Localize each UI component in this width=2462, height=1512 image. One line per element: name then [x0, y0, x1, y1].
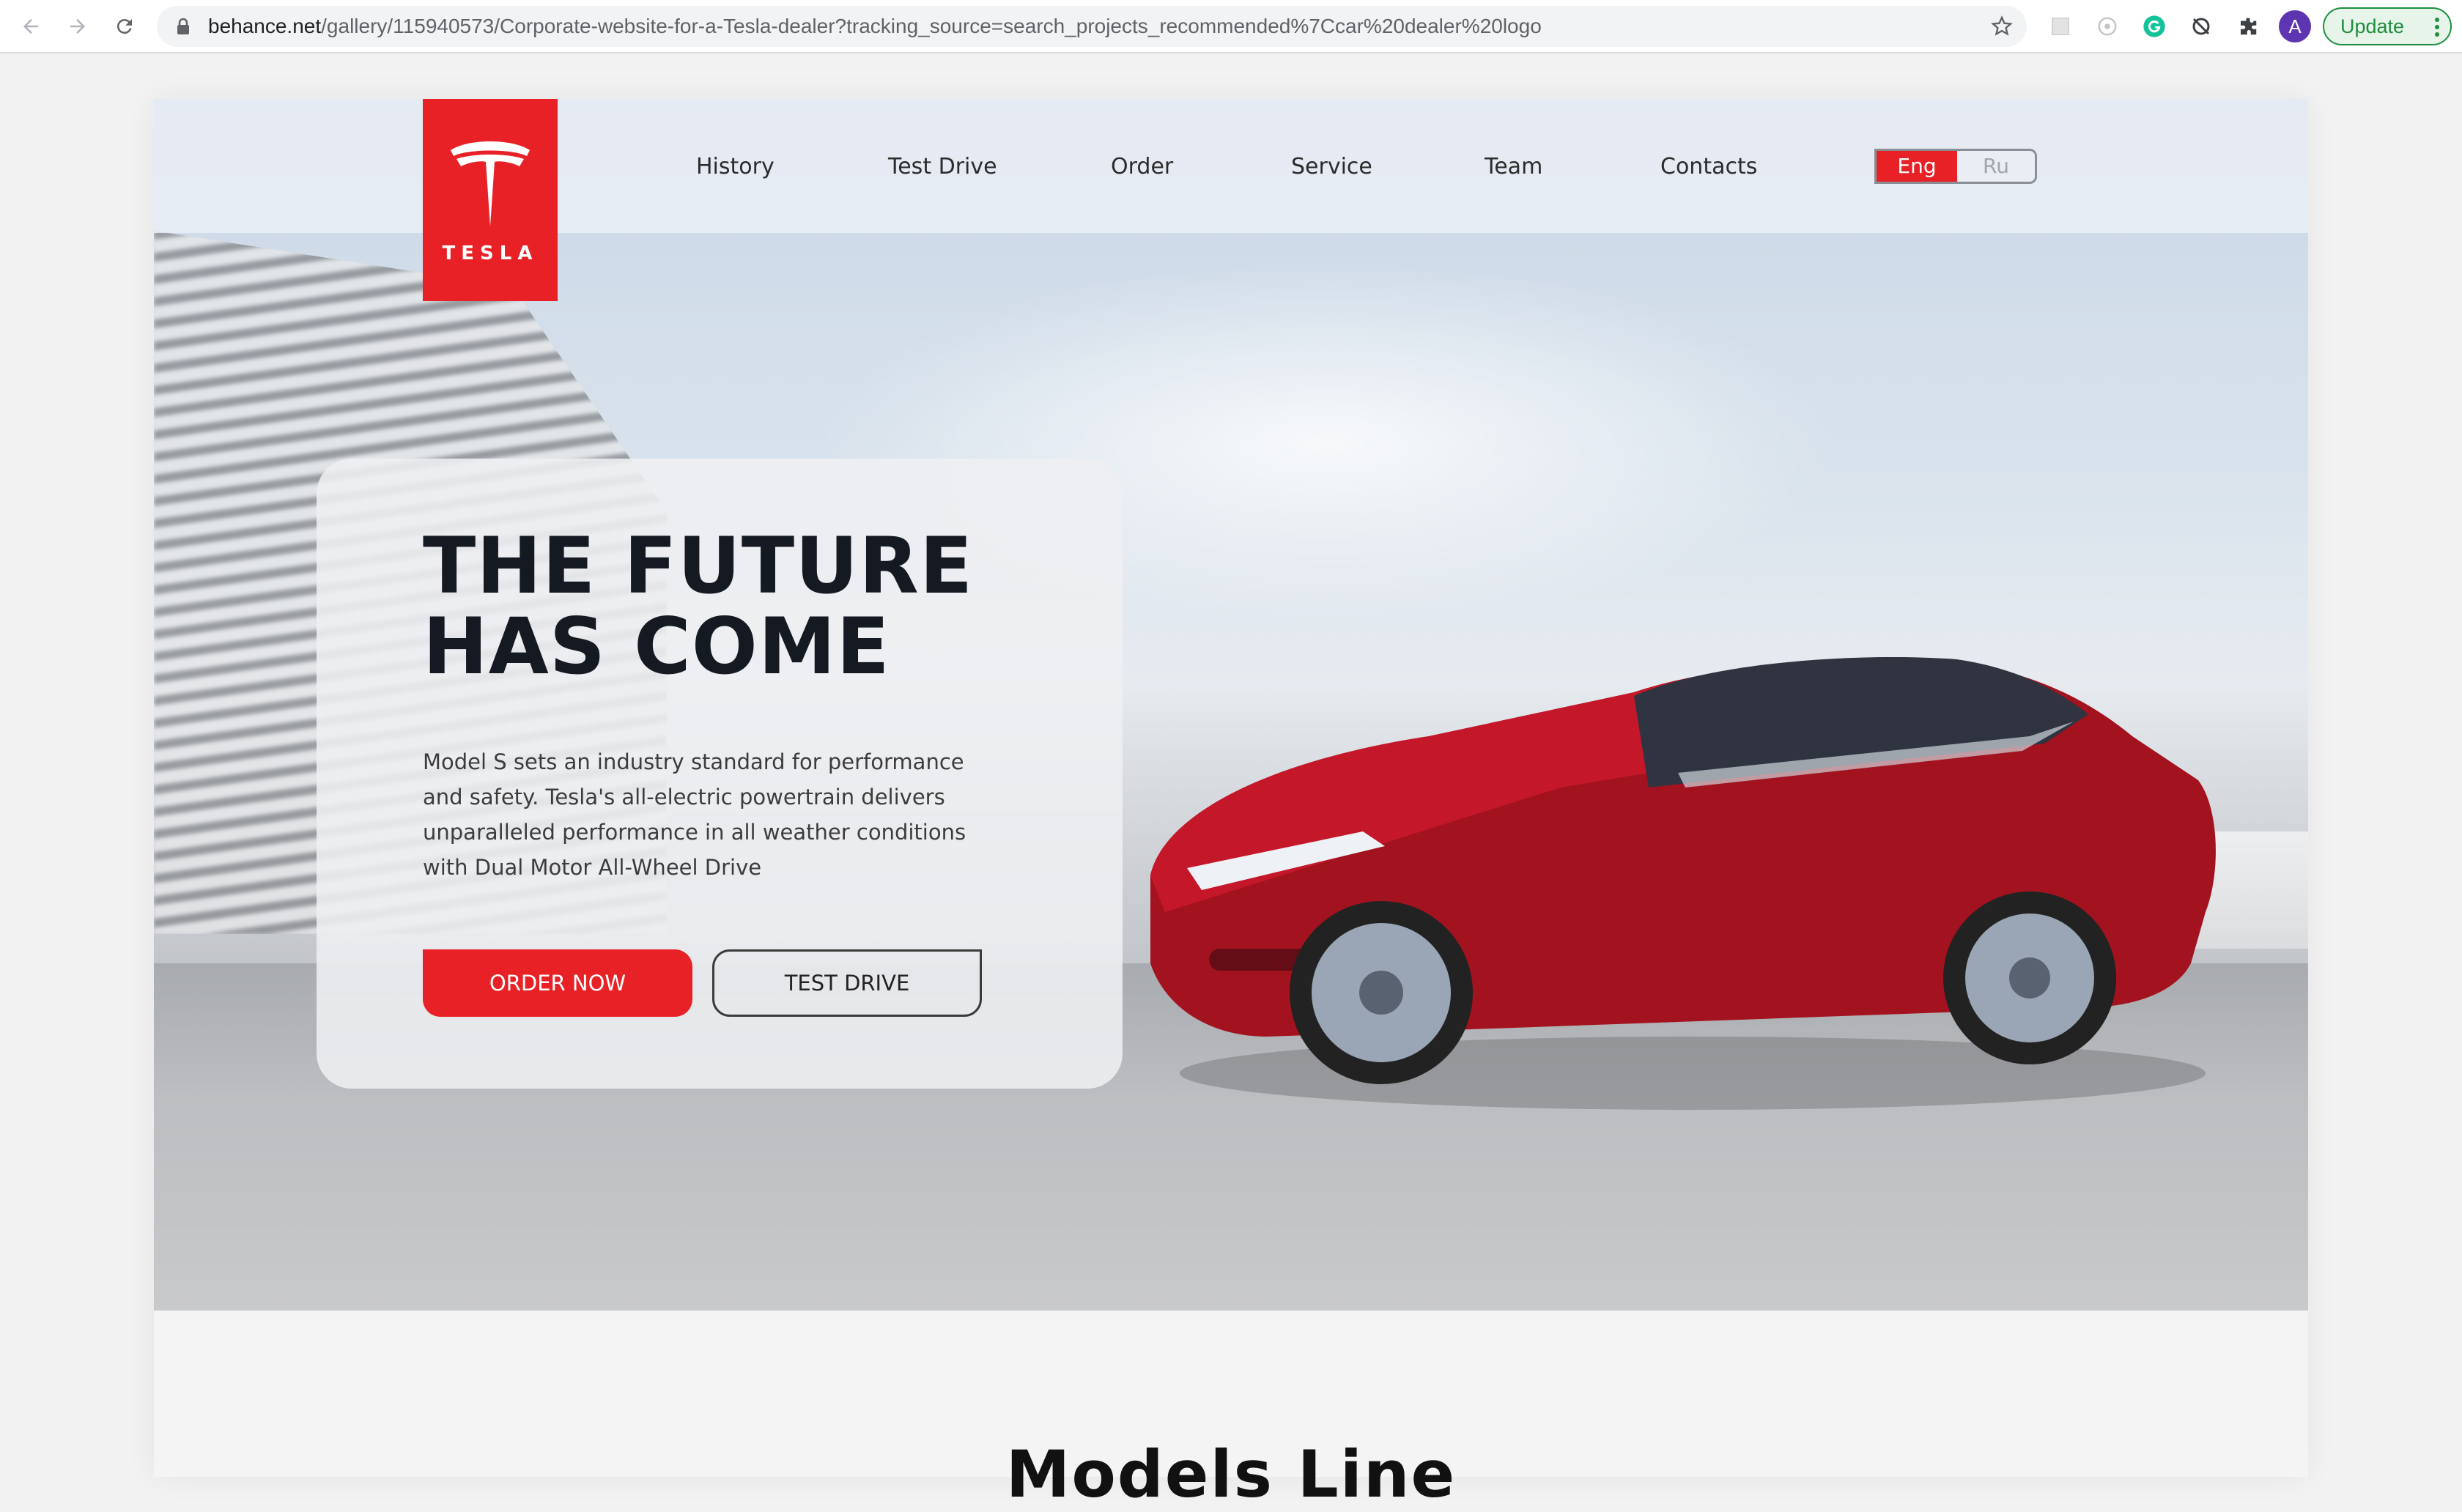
car-image	[1150, 657, 2216, 1110]
forward-icon[interactable]	[62, 10, 94, 42]
language-switch[interactable]: Eng Ru	[1874, 149, 2037, 184]
hero-card: THE FUTURE HAS COME Model S sets an indu…	[317, 459, 1123, 1089]
grammarly-icon[interactable]	[2138, 10, 2170, 42]
extension-icon[interactable]	[2091, 10, 2123, 42]
update-label: Update	[2340, 15, 2405, 37]
star-icon[interactable]	[1990, 15, 2014, 41]
order-now-button[interactable]: ORDER NOW	[423, 949, 692, 1017]
url-path: /gallery/115940573/Corporate-website-for…	[321, 15, 1542, 37]
page-canvas: History Test Drive Order Service Team Co…	[154, 99, 2308, 1512]
logo-wordmark: TESLA	[442, 242, 539, 264]
nav-contacts[interactable]: Contacts	[1660, 149, 1757, 185]
reload-icon[interactable]	[108, 10, 141, 42]
lang-ru-button[interactable]: Ru	[1957, 151, 2035, 182]
models-heading: Models Line	[1005, 1437, 1457, 1512]
profile-avatar[interactable]: A	[2279, 10, 2311, 42]
url-domain: behance.net	[208, 15, 322, 37]
lock-icon	[176, 18, 191, 38]
address-bar[interactable]: behance.net/gallery/115940573/Corporate-…	[157, 6, 2027, 47]
nav-service[interactable]: Service	[1291, 149, 1372, 185]
tesla-t-icon	[446, 136, 534, 229]
lang-eng-button[interactable]: Eng	[1877, 151, 1957, 182]
url-text: behance.net/gallery/115940573/Corporate-…	[208, 6, 1542, 47]
nav-history[interactable]: History	[696, 149, 775, 185]
nav-order[interactable]: Order	[1111, 149, 1173, 185]
test-drive-button[interactable]: TEST DRIVE	[712, 949, 982, 1017]
hero-description: Model S sets an industry standard for pe…	[423, 749, 966, 880]
nav-test-drive[interactable]: Test Drive	[888, 149, 997, 185]
back-icon[interactable]	[15, 10, 47, 42]
browser-toolbar: behance.net/gallery/115940573/Corporate-…	[0, 0, 2462, 53]
sync-icon[interactable]	[2185, 10, 2217, 42]
update-button[interactable]: Update	[2323, 7, 2452, 45]
puzzle-icon[interactable]	[2232, 10, 2264, 42]
more-icon	[2434, 16, 2440, 43]
tesla-logo[interactable]: TESLA	[423, 99, 558, 301]
extension-icon[interactable]	[2044, 10, 2077, 42]
nav-team[interactable]: Team	[1485, 149, 1542, 185]
hero-title: THE FUTURE HAS COME	[423, 521, 974, 692]
